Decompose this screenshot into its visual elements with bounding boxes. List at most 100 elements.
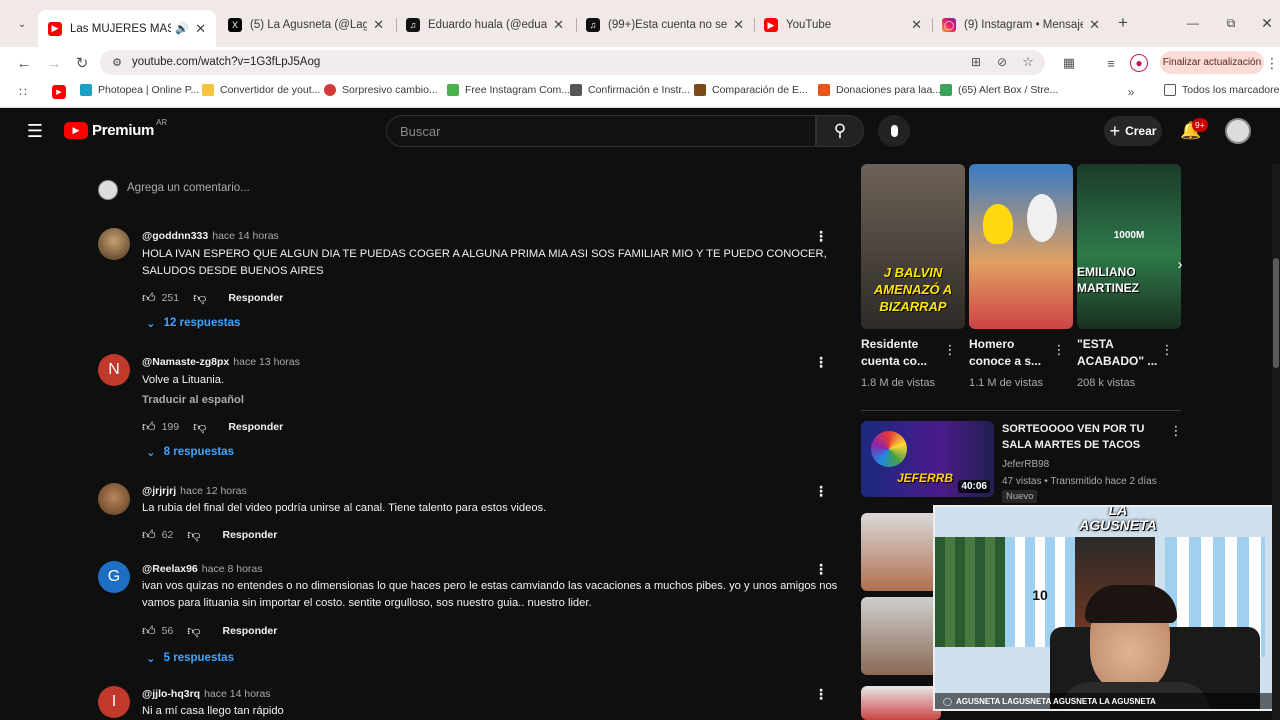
- comment-author[interactable]: @goddnn333: [142, 230, 208, 242]
- comment-time[interactable]: hace 13 horas: [233, 356, 300, 368]
- tab-tiktok-eduardo[interactable]: ♫ Eduardo huala (@eduardo.h ✕: [396, 10, 574, 40]
- avatar[interactable]: I: [98, 686, 130, 718]
- finish-update-button[interactable]: Finalizar actualización: [1160, 51, 1264, 74]
- all-bookmarks[interactable]: Todos los marcadores: [1164, 84, 1280, 96]
- related-channel[interactable]: JeferRB98: [1002, 459, 1049, 470]
- close-window-icon[interactable]: ✕: [1258, 14, 1276, 32]
- url-text[interactable]: youtube.com/watch?v=1G3fLpJ5Aog: [132, 56, 320, 68]
- like-icon[interactable]: 👍︎: [142, 290, 156, 306]
- dislike-icon[interactable]: 👎︎: [187, 623, 200, 639]
- tab-youtube-video[interactable]: ▶ Las MUJERES MÁS LINDA 🔊 ✕: [38, 10, 216, 47]
- media-control-icon[interactable]: ≡: [1102, 54, 1120, 72]
- like-icon[interactable]: 👍︎: [142, 419, 156, 435]
- minimize-window-icon[interactable]: —: [1184, 14, 1202, 32]
- bookmark-photopea[interactable]: Photopea | Online P...: [80, 84, 199, 96]
- bookmark-alert-box[interactable]: (65) Alert Box / Stre...: [940, 84, 1058, 96]
- search-button[interactable]: ⚲: [816, 115, 864, 147]
- tab-x-profile[interactable]: X (5) La Agusneta (@Lagusnet ✕: [218, 10, 394, 40]
- reply-button[interactable]: Responder: [222, 625, 277, 637]
- short-menu-icon[interactable]: ⋮: [1161, 342, 1174, 358]
- reload-icon[interactable]: ↻: [72, 53, 92, 73]
- tab-search-chevron-icon[interactable]: ⌄: [14, 16, 30, 32]
- comment-author[interactable]: @jrjrjrj: [142, 485, 176, 497]
- close-tab-icon[interactable]: ✕: [373, 17, 384, 33]
- bookmark-sorpresivo[interactable]: Sorpresivo cambio...: [324, 84, 438, 96]
- reply-button[interactable]: Responder: [228, 292, 283, 304]
- bookmark-free-instagram[interactable]: Free Instagram Com...: [447, 84, 570, 96]
- bookmark-convertidor[interactable]: Convertidor de yout...: [202, 84, 320, 96]
- address-bar[interactable]: ⚙ youtube.com/watch?v=1G3fLpJ5Aog ⊞ ⊘ ☆: [100, 50, 1045, 75]
- like-icon[interactable]: 👍︎: [142, 527, 156, 543]
- comment-time[interactable]: hace 14 horas: [212, 230, 279, 242]
- more-bookmarks-icon[interactable]: »: [1124, 85, 1138, 99]
- comment-author[interactable]: @jjlo-hq3rq: [142, 688, 200, 700]
- comment-time[interactable]: hace 12 horas: [180, 485, 247, 497]
- eye-off-icon[interactable]: ⊘: [994, 54, 1010, 70]
- avatar[interactable]: N: [98, 354, 130, 386]
- tab-tiktok-cuenta[interactable]: ♫ (99+)Esta cuenta no se encu ✕: [576, 10, 754, 40]
- account-avatar[interactable]: [1225, 118, 1251, 144]
- install-icon[interactable]: ⊞: [968, 54, 984, 70]
- close-tab-icon[interactable]: ✕: [733, 17, 744, 33]
- tab-youtube-home[interactable]: ▶ YouTube ✕: [754, 10, 932, 40]
- search-input[interactable]: Buscar: [400, 124, 440, 139]
- short-thumbnail[interactable]: [969, 164, 1073, 329]
- add-comment-input[interactable]: Agrega un comentario...: [127, 182, 250, 194]
- apps-grid-icon[interactable]: ∷: [16, 85, 30, 99]
- related-menu-icon[interactable]: ⋮: [1170, 423, 1183, 439]
- short-menu-icon[interactable]: ⋮: [1053, 342, 1066, 358]
- view-replies-button[interactable]: ⌄ 5 respuestas: [146, 651, 234, 665]
- related-video-title[interactable]: SORTEOOOO VEN POR TU SALA MARTES DE TACO…: [1002, 421, 1172, 453]
- like-icon[interactable]: 👍︎: [142, 623, 156, 639]
- dislike-icon[interactable]: 👎︎: [187, 527, 200, 543]
- related-video-thumbnail[interactable]: [861, 513, 941, 591]
- avatar[interactable]: [98, 228, 130, 260]
- comment-menu-icon[interactable]: ⋮: [814, 686, 828, 703]
- comment-menu-icon[interactable]: ⋮: [814, 483, 828, 500]
- short-title[interactable]: "ESTA ACABADO" ...: [1077, 336, 1161, 370]
- comment-time[interactable]: hace 14 horas: [204, 688, 271, 700]
- comment-menu-icon[interactable]: ⋮: [814, 354, 828, 371]
- reply-button[interactable]: Responder: [228, 421, 283, 433]
- youtube-logo[interactable]: ▶ Premium AR: [64, 118, 167, 139]
- avatar[interactable]: G: [98, 561, 130, 593]
- forward-icon[interactable]: →: [44, 53, 64, 73]
- translate-link[interactable]: Traducir al español: [142, 392, 842, 409]
- close-tab-icon[interactable]: ✕: [1089, 17, 1100, 33]
- mic-button[interactable]: [878, 115, 910, 147]
- close-tab-icon[interactable]: ✕: [911, 17, 922, 33]
- new-tab-icon[interactable]: +: [1114, 13, 1132, 32]
- comment-time[interactable]: hace 8 horas: [202, 563, 263, 575]
- short-title[interactable]: Homero conoce a s...: [969, 336, 1049, 370]
- comment-menu-icon[interactable]: ⋮: [814, 228, 828, 245]
- page-scrollbar-track[interactable]: [1272, 164, 1280, 720]
- dislike-icon[interactable]: 👎︎: [193, 419, 206, 435]
- dislike-icon[interactable]: 👎︎: [193, 290, 206, 306]
- comment-author[interactable]: @Reelax96: [142, 563, 198, 575]
- short-thumbnail[interactable]: 1000M EMILIANO MARTINEZ: [1077, 164, 1181, 329]
- tab-instagram[interactable]: ◯ (9) Instagram • Mensajes ✕: [932, 10, 1110, 40]
- short-menu-icon[interactable]: ⋮: [944, 342, 957, 358]
- short-title[interactable]: Residente cuenta co...: [861, 336, 941, 370]
- shorts-next-arrow-icon[interactable]: ›: [1170, 254, 1190, 274]
- close-tab-icon[interactable]: ✕: [195, 21, 206, 37]
- comment-author[interactable]: @Namaste-zg8px: [142, 356, 229, 368]
- bookmark-star-icon[interactable]: ☆: [1020, 54, 1036, 70]
- reply-button[interactable]: Responder: [222, 529, 277, 541]
- youtube-bookmark-icon[interactable]: ▶: [52, 85, 66, 99]
- hamburger-menu-icon[interactable]: ☰: [24, 120, 46, 142]
- back-icon[interactable]: ←: [14, 53, 34, 73]
- related-video-thumbnail[interactable]: [861, 686, 941, 720]
- related-video-thumbnail[interactable]: JEFERRB 40:06: [861, 421, 994, 497]
- profile-icon[interactable]: ●: [1130, 54, 1148, 72]
- view-replies-button[interactable]: ⌄ 8 respuestas: [146, 445, 234, 459]
- avatar[interactable]: [98, 483, 130, 515]
- bookmark-confirmacion[interactable]: Confirmación e Instr...: [570, 84, 690, 96]
- site-info-icon[interactable]: ⚙: [110, 55, 124, 69]
- comment-menu-icon[interactable]: ⋮: [814, 561, 828, 578]
- bookmark-comparacion[interactable]: Comparación de E...: [694, 84, 808, 96]
- close-tab-icon[interactable]: ✕: [553, 17, 564, 33]
- search-box[interactable]: Buscar: [386, 115, 816, 147]
- restore-window-icon[interactable]: ⧉: [1222, 14, 1240, 32]
- browser-menu-icon[interactable]: ⋮: [1265, 54, 1279, 72]
